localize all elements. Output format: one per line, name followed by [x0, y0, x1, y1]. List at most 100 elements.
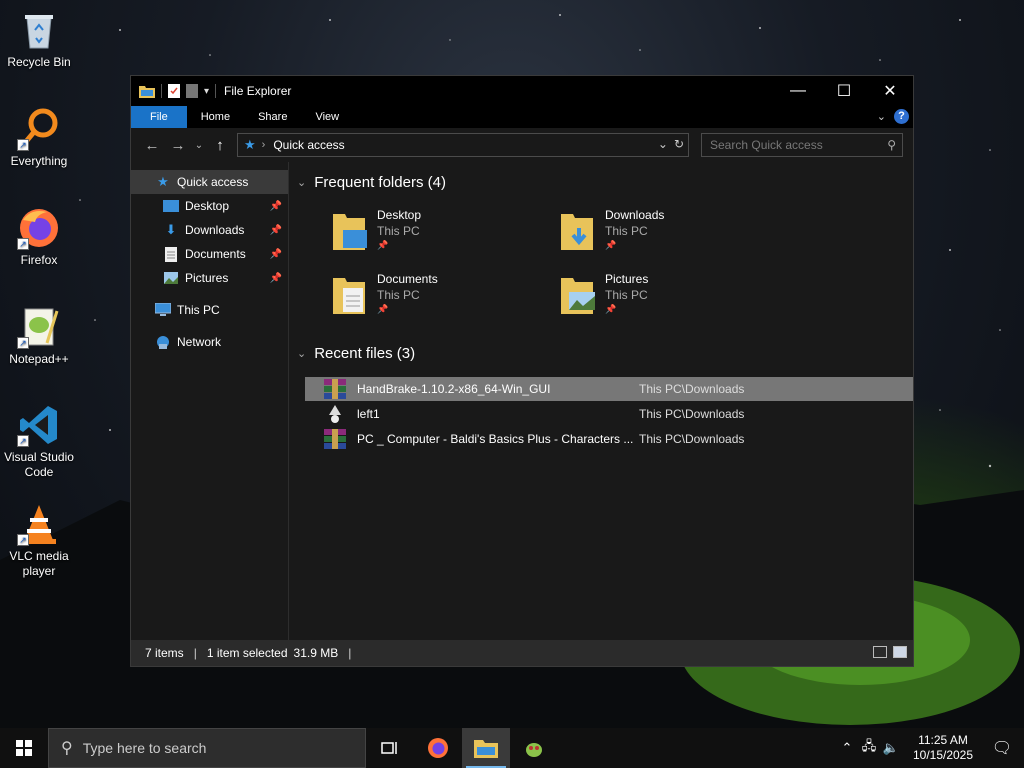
- title-bar[interactable]: ▾ File Explorer — ☐ ✕: [131, 76, 913, 106]
- status-separator: |: [193, 646, 197, 660]
- tab-home[interactable]: Home: [187, 106, 244, 128]
- desktop-icon-vscode[interactable]: ↗ Visual Studio Code: [2, 403, 76, 480]
- nav-item-downloads[interactable]: ⬇ Downloads 📌: [131, 218, 288, 242]
- recent-locations-chevron-icon[interactable]: ⌄: [193, 140, 205, 151]
- taskbar-app-button[interactable]: [510, 728, 558, 768]
- address-bar-controls: ⌄ ↻: [658, 137, 684, 151]
- group-header-label: Frequent folders (4): [314, 174, 446, 191]
- search-placeholder: Search Quick access: [710, 138, 823, 152]
- explorer-body: ★ Quick access Desktop 📌 ⬇ Downloads 📌 D…: [131, 162, 913, 640]
- folder-app-icon: [139, 86, 155, 98]
- nav-item-label: Network: [177, 335, 222, 349]
- forward-arrow-icon[interactable]: →: [167, 137, 189, 154]
- maximize-button[interactable]: ☐: [821, 76, 867, 106]
- quick-access-toolbar: ▾: [131, 84, 217, 98]
- properties-icon[interactable]: [168, 84, 180, 98]
- folder-name: Desktop: [377, 208, 422, 222]
- details-view-icon[interactable]: [873, 646, 887, 658]
- desktop-icon-firefox[interactable]: ↗ Firefox: [2, 206, 76, 268]
- expand-ribbon-chevron-icon[interactable]: ⌄: [877, 110, 886, 123]
- tab-share[interactable]: Share: [244, 106, 301, 128]
- shortcut-arrow-icon: ↗: [17, 534, 29, 546]
- recent-file-row[interactable]: HandBrake-1.10.2-x86_64-Win_GUI This PC\…: [305, 377, 913, 401]
- nav-item-documents[interactable]: Documents 📌: [131, 242, 288, 266]
- group-header-label: Recent files (3): [314, 345, 416, 362]
- downloads-arrow-icon: ⬇: [165, 222, 177, 237]
- nav-item-label: This PC: [177, 303, 220, 317]
- taskbar-search-input[interactable]: ⚲ Type here to search: [48, 728, 366, 768]
- window-title: File Explorer: [224, 84, 292, 98]
- content-pane: ⌄ Frequent folders (4) Desktop This PC 📌…: [289, 162, 913, 640]
- search-icon: ⚲: [887, 138, 896, 152]
- desktop-icon-everything[interactable]: ↗ Everything: [2, 107, 76, 169]
- nav-item-network[interactable]: Network: [131, 330, 288, 354]
- notification-center-icon[interactable]: 🗨: [980, 738, 1024, 758]
- address-bar[interactable]: ★ › Quick access ⌄ ↻: [237, 133, 689, 157]
- quick-access-star-icon: ★: [244, 137, 256, 152]
- desktop-icon-label: Firefox: [20, 253, 58, 267]
- pictures-folder-icon: [561, 278, 595, 314]
- frequent-folder-pictures[interactable]: Pictures This PC 📌: [559, 272, 779, 328]
- separator: [215, 84, 217, 98]
- frequent-folder-documents[interactable]: Documents This PC 📌: [331, 272, 551, 328]
- task-view-button[interactable]: [366, 728, 414, 768]
- winrar-archive-icon: [324, 379, 346, 399]
- folder-location: This PC: [605, 288, 648, 302]
- pin-icon[interactable]: 📌: [270, 225, 282, 236]
- clock-time: 11:25 AM: [918, 733, 968, 747]
- back-arrow-icon[interactable]: ←: [141, 137, 163, 154]
- minimize-button[interactable]: —: [775, 76, 821, 106]
- clock[interactable]: 11:25 AM 10/15/2025: [906, 733, 980, 763]
- pin-icon[interactable]: 📌: [270, 201, 282, 212]
- pin-icon[interactable]: 📌: [270, 273, 282, 284]
- tab-file[interactable]: File: [131, 106, 187, 128]
- windows-logo-icon: [16, 740, 32, 756]
- network-status-icon[interactable]: 🖧: [858, 737, 880, 759]
- taskbar-file-explorer-button[interactable]: [462, 728, 510, 768]
- documents-folder-icon: [333, 278, 365, 314]
- recent-file-path: This PC\Downloads: [639, 382, 745, 396]
- file-explorer-icon: [474, 740, 498, 758]
- desktop-icon-recycle-bin[interactable]: Recycle Bin: [2, 8, 76, 70]
- volume-muted-icon[interactable]: 🔈: [880, 740, 902, 756]
- recent-file-row[interactable]: PC _ Computer - Baldi's Basics Plus - Ch…: [305, 427, 913, 451]
- pin-icon[interactable]: 📌: [270, 249, 282, 260]
- desktop-icon-notepadpp[interactable]: ↗ Notepad++: [2, 305, 76, 367]
- frequent-folder-desktop[interactable]: Desktop This PC 📌: [331, 208, 551, 264]
- taskbar-firefox-button[interactable]: [414, 728, 462, 768]
- shortcut-arrow-icon: ↗: [17, 238, 29, 250]
- notepad-plus-plus-icon: ↗: [17, 305, 61, 349]
- address-history-chevron-icon[interactable]: ⌄: [658, 137, 668, 151]
- recent-files-header[interactable]: ⌄ Recent files (3): [297, 345, 415, 362]
- recent-file-row[interactable]: left1 This PC\Downloads: [305, 402, 913, 426]
- frequent-folders-header[interactable]: ⌄ Frequent folders (4): [297, 174, 446, 191]
- desktop-icon-label: Notepad++: [9, 352, 69, 366]
- nav-item-this-pc[interactable]: This PC: [131, 298, 288, 322]
- breadcrumb-quick-access[interactable]: Quick access: [273, 138, 344, 152]
- close-button[interactable]: ✕: [867, 76, 913, 106]
- frequent-folder-downloads[interactable]: Downloads This PC 📌: [559, 208, 779, 264]
- tab-view[interactable]: View: [301, 106, 353, 128]
- folder-name: Downloads: [605, 208, 665, 222]
- up-arrow-icon[interactable]: ↑: [209, 137, 231, 154]
- recent-file-name: HandBrake-1.10.2-x86_64-Win_GUI: [357, 382, 551, 396]
- nav-item-desktop[interactable]: Desktop 📌: [131, 194, 288, 218]
- customize-toolbar-chevron-icon[interactable]: ▾: [204, 86, 209, 97]
- nav-item-pictures[interactable]: Pictures 📌: [131, 266, 288, 290]
- shortcut-arrow-icon: ↗: [17, 435, 29, 447]
- start-button[interactable]: [0, 728, 48, 768]
- refresh-icon[interactable]: ↻: [674, 137, 684, 151]
- large-icons-view-icon[interactable]: [893, 646, 907, 658]
- notepad-plus-plus-icon: [526, 743, 542, 757]
- show-hidden-icons-chevron-icon[interactable]: ⌃: [836, 740, 858, 756]
- desktop-icon-label: Recycle Bin: [7, 55, 71, 69]
- breadcrumb-separator-icon: ›: [261, 139, 266, 151]
- new-folder-icon[interactable]: [186, 84, 198, 98]
- help-icon[interactable]: ?: [894, 109, 909, 124]
- nav-item-quick-access[interactable]: ★ Quick access: [131, 170, 288, 194]
- downloads-folder-icon: [561, 214, 593, 250]
- desktop-icon-vlc[interactable]: ↗ VLC media player: [2, 502, 76, 579]
- recent-file-path: This PC\Downloads: [639, 407, 745, 421]
- recent-file-path: This PC\Downloads: [639, 432, 745, 446]
- search-input[interactable]: Search Quick access ⚲: [701, 133, 903, 157]
